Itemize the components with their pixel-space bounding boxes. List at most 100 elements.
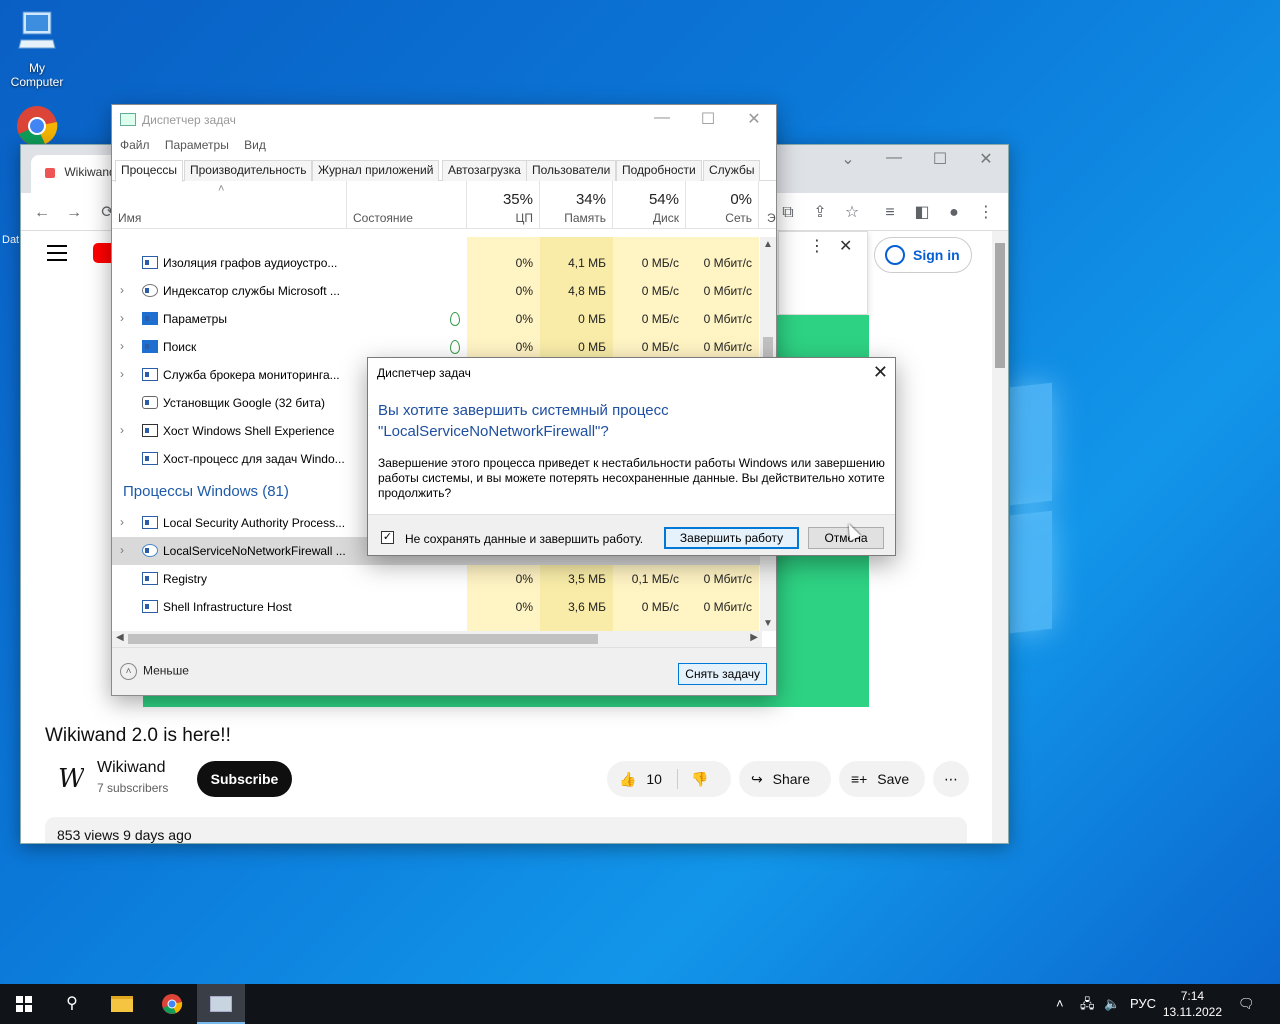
- tm-minimize-button[interactable]: —: [639, 109, 685, 127]
- network-icon[interactable]: 🖧: [1080, 984, 1095, 1024]
- col-extra[interactable]: Э: [759, 181, 776, 229]
- notification-center-icon[interactable]: 🗨: [1238, 984, 1255, 1024]
- browser-close-button[interactable]: ✕: [963, 149, 1009, 169]
- table-row[interactable]: Shell Infrastructure Host 0% 3,6 МБ 0 МБ…: [112, 593, 762, 621]
- tab-processes[interactable]: Процессы: [115, 160, 184, 182]
- menu-view[interactable]: Вид: [244, 138, 266, 152]
- taskbar-explorer[interactable]: [98, 984, 146, 1024]
- dialog-message: Завершение этого процесса приведет к нес…: [378, 456, 885, 500]
- col-status[interactable]: Состояние: [347, 181, 467, 229]
- col-name[interactable]: ˄ Имя: [112, 181, 347, 229]
- clock[interactable]: 7:14 13.11.2022: [1163, 988, 1222, 1020]
- expand-chevron-icon[interactable]: ›: [120, 283, 124, 297]
- col-cpu[interactable]: 35% ЦП: [467, 181, 540, 229]
- computer-icon: [0, 10, 74, 59]
- tab-performance[interactable]: Производительность: [184, 160, 313, 181]
- tm-maximize-button[interactable]: ☐: [685, 109, 731, 129]
- bookmark-star-icon[interactable]: ☆: [841, 202, 863, 224]
- tab-users[interactable]: Пользователи: [526, 160, 617, 181]
- share-icon: ↪: [751, 771, 763, 787]
- expand-chevron-icon[interactable]: ›: [120, 515, 124, 529]
- shutdown-button[interactable]: Завершить работу: [664, 527, 799, 549]
- tm-horizontal-scrollbar[interactable]: ◀ ▶: [112, 631, 762, 647]
- tab-app-history[interactable]: Журнал приложений: [312, 160, 440, 181]
- col-memory[interactable]: 34% Память: [540, 181, 613, 229]
- table-row[interactable]: Registry 0% 3,5 МБ 0,1 МБ/с 0 Мбит/с: [112, 565, 762, 593]
- overflow-popup: ⋮ ✕: [778, 231, 868, 315]
- expand-chevron-icon[interactable]: ›: [120, 339, 124, 353]
- menu-options[interactable]: Параметры: [165, 138, 229, 152]
- profile-icon[interactable]: ●: [943, 202, 965, 224]
- tab-startup[interactable]: Автозагрузка: [442, 160, 527, 181]
- scroll-right-icon[interactable]: ▶: [750, 632, 758, 643]
- tab-details[interactable]: Подробности: [616, 160, 702, 181]
- browser-minimize-button[interactable]: —: [871, 149, 917, 167]
- tm-tabs: Процессы Производительность Журнал прило…: [112, 157, 776, 182]
- save-button[interactable]: ≡+ Save: [839, 761, 925, 797]
- hamburger-menu-icon[interactable]: [47, 245, 67, 266]
- taskbar-search-button[interactable]: ⚲: [48, 984, 96, 1024]
- taskbar-task-manager[interactable]: [197, 984, 245, 1024]
- description-box[interactable]: 853 views 9 days ago: [45, 817, 967, 843]
- channel-subscribers: 7 subscribers: [97, 781, 169, 795]
- channel-avatar[interactable]: W: [48, 759, 87, 795]
- reading-list-icon[interactable]: ≡: [879, 202, 901, 224]
- volume-icon[interactable]: 🔈: [1104, 984, 1120, 1024]
- fewer-details-button[interactable]: ˄ Меньше: [120, 663, 189, 680]
- end-task-button[interactable]: Снять задачу: [678, 663, 767, 685]
- dislike-button[interactable]: 👎: [691, 761, 708, 797]
- desktop-icon-my-computer[interactable]: My Computer: [0, 10, 74, 89]
- channel-name[interactable]: Wikiwand: [97, 759, 165, 777]
- side-panel-icon[interactable]: ◧: [911, 202, 933, 224]
- scroll-down-icon[interactable]: ▼: [763, 618, 773, 629]
- checkbox-label[interactable]: Не сохранять данные и завершить работу.: [405, 532, 643, 546]
- subscribe-button[interactable]: Subscribe: [197, 761, 292, 797]
- gear-icon: [142, 544, 158, 557]
- close-icon[interactable]: ✕: [839, 236, 852, 256]
- end-process-dialog[interactable]: Диспетчер задач ✕ Вы хотите завершить си…: [367, 357, 896, 556]
- chevron-up-icon: ˄: [120, 663, 137, 680]
- account-icon: [885, 245, 905, 265]
- col-disk[interactable]: 54% Диск: [613, 181, 686, 229]
- dialog-close-button[interactable]: ✕: [873, 362, 888, 383]
- input-language[interactable]: РУС: [1130, 984, 1156, 1024]
- expand-chevron-icon[interactable]: ›: [120, 543, 124, 557]
- forward-icon[interactable]: →: [63, 202, 85, 224]
- browser-scrollbar[interactable]: [992, 231, 1008, 843]
- table-row[interactable]: › Индексатор службы Microsoft ... 0% 4,8…: [112, 277, 762, 305]
- expand-chevron-icon[interactable]: ›: [120, 237, 124, 241]
- show-hidden-icons-chevron-icon[interactable]: ˄: [1056, 984, 1064, 1024]
- more-options-icon[interactable]: ⋮: [809, 236, 825, 256]
- start-button[interactable]: [0, 984, 48, 1024]
- translate-icon[interactable]: ⧉: [777, 202, 799, 224]
- more-actions-button[interactable]: ⋯: [933, 761, 969, 797]
- scroll-left-icon[interactable]: ◀: [116, 632, 124, 643]
- task-manager-icon: [120, 113, 136, 126]
- col-network[interactable]: 0% Сеть: [686, 181, 759, 229]
- like-dislike-group: 👍 10 👎: [607, 761, 731, 797]
- sign-in-button[interactable]: Sign in: [874, 237, 972, 273]
- table-row[interactable]: › Параметры 0% 0 МБ 0 МБ/с 0 Мбит/с: [112, 305, 762, 333]
- abandon-data-checkbox[interactable]: ✓: [381, 531, 394, 544]
- browser-maximize-button[interactable]: ☐: [917, 149, 963, 169]
- expand-chevron-icon[interactable]: ›: [120, 367, 124, 381]
- browser-menu-icon[interactable]: ⋮: [975, 202, 997, 224]
- svg-text:W: W: [58, 764, 84, 794]
- table-row[interactable]: Изоляция графов аудиоустро... 0% 4,1 МБ …: [112, 249, 762, 277]
- back-icon[interactable]: ←: [31, 202, 53, 224]
- desktop-icon-partial[interactable]: Dat: [2, 208, 20, 248]
- search-icon: ⚲: [66, 995, 78, 1012]
- menu-file[interactable]: Файл: [120, 138, 150, 152]
- share-button[interactable]: ↪ Share: [739, 761, 831, 797]
- share-page-icon[interactable]: ⇪: [809, 202, 831, 224]
- expand-chevron-icon[interactable]: ›: [120, 311, 124, 325]
- table-row[interactable]: ›: [112, 237, 762, 249]
- task-manager-titlebar[interactable]: Диспетчер задач — ☐ ✕: [112, 105, 776, 135]
- scroll-up-icon[interactable]: ▲: [763, 239, 773, 250]
- taskbar-chrome[interactable]: [148, 984, 196, 1024]
- expand-chevron-icon[interactable]: ›: [120, 423, 124, 437]
- like-button[interactable]: 👍 10: [619, 761, 662, 797]
- tm-close-button[interactable]: ✕: [731, 109, 777, 129]
- tab-search-chevron-icon[interactable]: ⌄: [825, 149, 871, 169]
- tab-services[interactable]: Службы: [703, 160, 761, 181]
